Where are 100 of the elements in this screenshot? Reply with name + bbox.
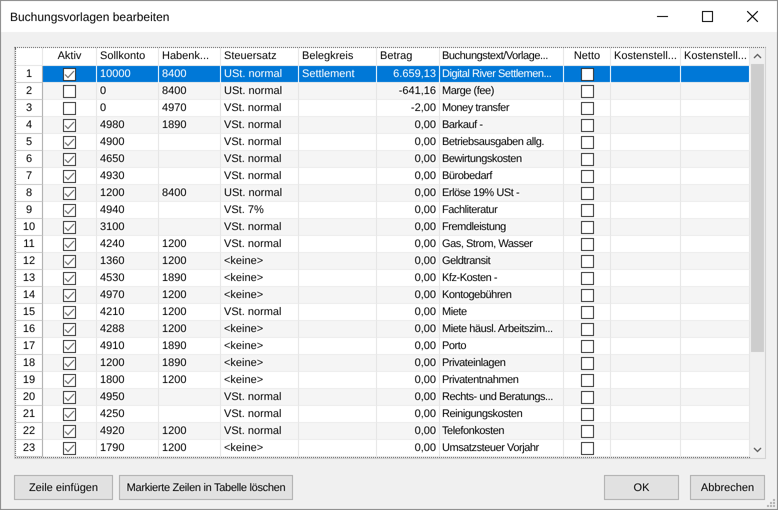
column-header[interactable]: Steuersatz	[221, 48, 299, 66]
row-number[interactable]: 10	[16, 219, 43, 236]
checkbox[interactable]	[63, 272, 76, 284]
checkbox[interactable]	[580, 102, 594, 114]
row-number[interactable]: 6	[16, 151, 43, 168]
checkbox[interactable]	[580, 118, 594, 132]
checkbox[interactable]	[580, 390, 594, 404]
checkbox[interactable]	[63, 118, 76, 132]
column-header[interactable]: Kostenstell...	[611, 48, 681, 66]
checkbox[interactable]	[63, 322, 76, 336]
row-number[interactable]: 3	[16, 100, 43, 117]
checkbox[interactable]	[63, 220, 76, 234]
column-header[interactable]: Aktiv	[43, 48, 97, 66]
row-number[interactable]: 23	[16, 440, 43, 457]
checkbox[interactable]	[63, 442, 76, 454]
checkbox[interactable]	[580, 424, 594, 438]
checkbox[interactable]	[63, 424, 76, 438]
checkbox[interactable]	[580, 288, 594, 302]
checkbox[interactable]	[63, 356, 76, 370]
checkbox[interactable]	[580, 84, 594, 98]
checkbox[interactable]	[63, 68, 76, 80]
checkbox[interactable]	[63, 136, 76, 148]
row-number[interactable]: 4	[16, 117, 43, 134]
checkbox[interactable]	[63, 152, 76, 166]
checkbox[interactable]	[580, 238, 594, 250]
column-header[interactable]: Buchungstext/Vorlage...	[440, 48, 564, 66]
column-header[interactable]: Betrag	[377, 48, 440, 66]
table-cell: Settlement	[299, 66, 377, 83]
checkbox[interactable]	[63, 254, 76, 268]
column-header[interactable]: Netto	[564, 48, 611, 66]
resize-grip-icon[interactable]	[766, 498, 775, 507]
ok-button[interactable]: OK	[604, 475, 679, 500]
row-number[interactable]: 12	[16, 253, 43, 270]
table-cell: 4240	[97, 236, 159, 253]
table-cell: USt. normal	[221, 66, 299, 83]
table-cell: 0,00	[377, 321, 440, 338]
checkbox[interactable]	[580, 340, 594, 352]
row-number[interactable]: 5	[16, 134, 43, 151]
scroll-up-icon[interactable]	[753, 53, 762, 59]
cancel-button[interactable]: Abbrechen	[690, 475, 765, 500]
row-number[interactable]: 19	[16, 372, 43, 389]
row-number[interactable]: 7	[16, 168, 43, 185]
table-cell	[681, 253, 750, 270]
row-number[interactable]: 20	[16, 389, 43, 406]
column-header[interactable]: Kostenstell...	[681, 48, 750, 66]
table-cell: <keine>	[221, 287, 299, 304]
checkbox[interactable]	[580, 356, 594, 370]
checkbox[interactable]	[63, 390, 76, 404]
table-cell: 4910	[97, 338, 159, 355]
checkbox[interactable]	[63, 84, 76, 98]
checkbox[interactable]	[580, 408, 594, 420]
row-number[interactable]: 1	[16, 66, 43, 83]
checkbox[interactable]	[580, 322, 594, 336]
close-icon[interactable]	[747, 11, 758, 22]
row-number[interactable]: 22	[16, 423, 43, 440]
row-number[interactable]: 16	[16, 321, 43, 338]
row-number[interactable]: 18	[16, 355, 43, 372]
delete-rows-button[interactable]: Markierte Zeilen in Tabelle löschen	[119, 475, 293, 500]
row-number[interactable]: 8	[16, 185, 43, 202]
checkbox[interactable]	[580, 68, 594, 80]
checkbox[interactable]	[580, 152, 594, 166]
checkbox[interactable]	[580, 442, 594, 454]
checkbox[interactable]	[580, 170, 594, 182]
checkbox[interactable]	[580, 306, 594, 318]
checkbox[interactable]	[63, 102, 76, 114]
row-number[interactable]: 15	[16, 304, 43, 321]
checkbox[interactable]	[63, 340, 76, 352]
scrollbar[interactable]	[750, 48, 765, 458]
checkbox[interactable]	[580, 136, 594, 148]
column-header[interactable]: Habenk...	[159, 48, 221, 66]
row-number[interactable]: 21	[16, 406, 43, 423]
checkbox[interactable]	[580, 186, 594, 200]
row-number[interactable]: 13	[16, 270, 43, 287]
column-header[interactable]: Sollkonto	[97, 48, 159, 66]
checkbox[interactable]	[63, 288, 76, 302]
checkbox[interactable]	[63, 204, 76, 216]
insert-row-button[interactable]: Zeile einfügen	[14, 475, 113, 500]
checkbox[interactable]	[63, 238, 76, 250]
row-number[interactable]: 2	[16, 83, 43, 100]
checkbox[interactable]	[580, 220, 594, 234]
checkbox[interactable]	[580, 374, 594, 386]
checkbox[interactable]	[63, 170, 76, 182]
checkbox[interactable]	[580, 272, 594, 284]
checkbox[interactable]	[63, 186, 76, 200]
checkbox[interactable]	[63, 374, 76, 386]
checkbox[interactable]	[63, 306, 76, 318]
row-number[interactable]: 11	[16, 236, 43, 253]
row-number[interactable]: 9	[16, 202, 43, 219]
row-number[interactable]: 17	[16, 338, 43, 355]
table-cell: Telefonkosten	[440, 423, 564, 440]
row-number[interactable]: 14	[16, 287, 43, 304]
maximize-icon[interactable]	[702, 11, 713, 22]
scroll-down-icon[interactable]	[753, 447, 762, 453]
table-cell: 4970	[159, 100, 221, 117]
checkbox[interactable]	[580, 204, 594, 216]
checkbox[interactable]	[580, 254, 594, 268]
checkbox[interactable]	[63, 408, 76, 420]
table-cell: Bürobedarf	[440, 168, 564, 185]
table-cell: <keine>	[221, 253, 299, 270]
column-header[interactable]: Belegkreis	[299, 48, 377, 66]
